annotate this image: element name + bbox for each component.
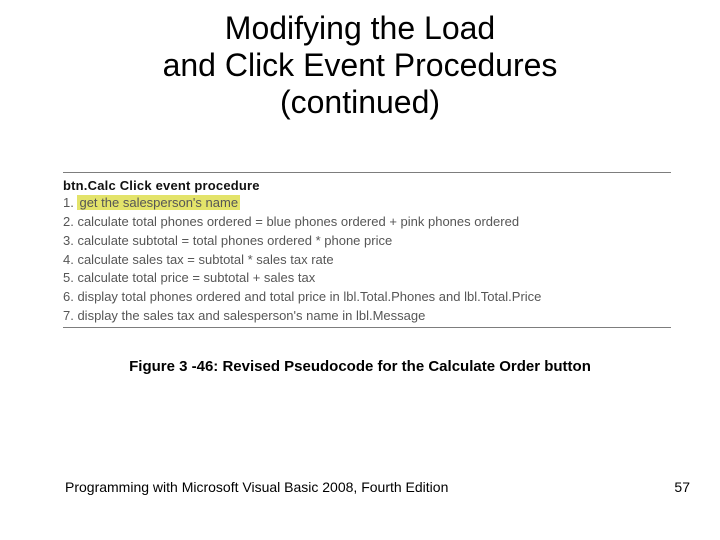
figure-top-rule [63,172,671,173]
step-1-number: 1. [63,195,77,210]
figure-caption: Figure 3 -46: Revised Pseudocode for the… [0,358,720,375]
slide-title: Modifying the Load and Click Event Proce… [0,10,720,120]
step-5: 5. calculate total price = subtotal + sa… [63,269,671,288]
slide: Modifying the Load and Click Event Proce… [0,0,720,540]
step-1: 1. get the salesperson's name [63,194,671,213]
step-6: 6. display total phones ordered and tota… [63,288,671,307]
step-7: 7. display the sales tax and salesperson… [63,307,671,326]
procedure-steps: 1. get the salesperson's name 2. calcula… [63,194,671,326]
footer-text: Programming with Microsoft Visual Basic … [65,479,448,495]
page-number: 57 [674,479,690,495]
figure-bottom-rule [63,327,671,328]
step-3: 3. calculate subtotal = total phones ord… [63,232,671,251]
step-2: 2. calculate total phones ordered = blue… [63,213,671,232]
procedure-title: btn.Calc Click event procedure [63,175,671,194]
pseudocode-figure: btn.Calc Click event procedure 1. get th… [63,172,671,328]
step-4: 4. calculate sales tax = subtotal * sale… [63,251,671,270]
title-line-2: and Click Event Procedures [163,47,558,83]
title-line-1: Modifying the Load [225,10,495,46]
title-line-3: (continued) [280,84,440,120]
step-1-text: get the salesperson's name [77,195,240,210]
